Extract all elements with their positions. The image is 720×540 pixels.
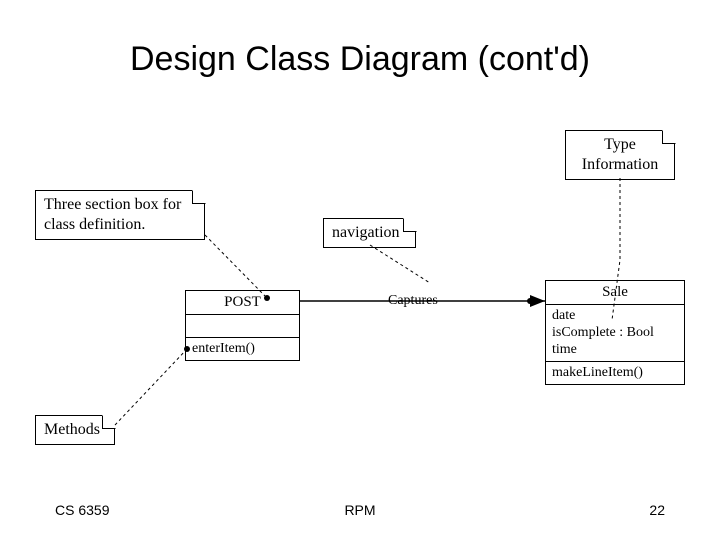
class-attribute: date [552, 308, 678, 325]
note-type-information: Type Information [565, 130, 675, 180]
dogear-icon [102, 415, 116, 429]
dogear-icon [403, 218, 417, 232]
note-methods: Methods [35, 415, 115, 445]
class-attribute: isComplete : Bool [552, 325, 678, 342]
note-navigation: navigation [323, 218, 416, 248]
class-name: POST [186, 291, 299, 315]
note-text: Three section box for class definition. [44, 196, 181, 233]
page-title: Design Class Diagram (cont'd) [0, 40, 720, 79]
note-three-section: Three section box for class definition. [35, 190, 205, 240]
footer-author: RPM [0, 502, 720, 518]
association-label: Captures [388, 293, 438, 309]
dogear-icon [662, 130, 676, 144]
class-post: POST enterItem() [185, 290, 300, 361]
footer-page-number: 22 [649, 502, 665, 518]
note-text: Methods [44, 421, 100, 438]
class-attributes: date isComplete : Bool time [546, 305, 684, 362]
class-method: enterItem() [186, 338, 299, 360]
class-name: Sale [546, 281, 684, 305]
note-text: Type Information [574, 135, 666, 175]
class-attributes-empty [186, 315, 299, 338]
class-attribute: time [552, 342, 678, 359]
connectors [0, 0, 720, 540]
dogear-icon [192, 190, 206, 204]
class-sale: Sale date isComplete : Bool time makeLin… [545, 280, 685, 385]
class-method: makeLineItem() [546, 362, 684, 384]
note-text: navigation [332, 224, 400, 241]
